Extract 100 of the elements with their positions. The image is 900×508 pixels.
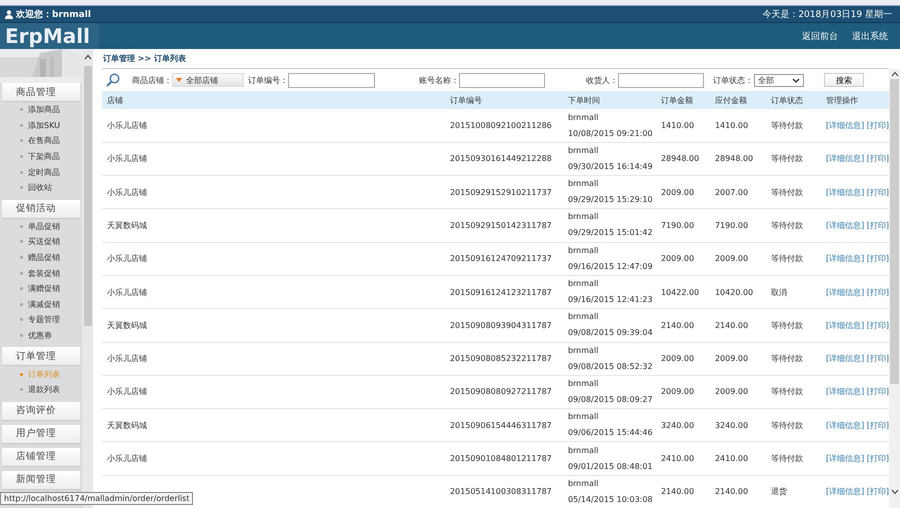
- sidebar-item[interactable]: 优惠券: [0, 328, 82, 344]
- scrollbar-thumb[interactable]: [890, 79, 899, 384]
- order-number: 20150930161449212288: [450, 154, 552, 164]
- order-time: 09/30/2015 16:14:49: [568, 160, 654, 173]
- action-link[interactable]: [详细信息]: [826, 288, 864, 297]
- breadcrumb: 订单管理 >> 订单列表: [102, 52, 187, 65]
- order-time: 09/16/2015 12:47:09: [568, 260, 654, 273]
- scroll-up-icon[interactable]: [84, 54, 92, 60]
- payable-amount: 2410.00: [714, 454, 748, 464]
- order-amount: 7190.00: [660, 220, 694, 230]
- caret-icon: [176, 78, 182, 82]
- order-amount: 2009.00: [660, 354, 694, 364]
- action-link[interactable]: [打印]: [866, 387, 889, 396]
- column-header: 订单金额: [660, 96, 693, 105]
- order-number: 20150901084801211787: [450, 454, 552, 464]
- scrollbar-thumb[interactable]: [84, 66, 92, 326]
- order-number: 20151008092100211286: [450, 121, 552, 130]
- order-amount: 3240.00: [660, 420, 694, 430]
- order-status: 等待付款: [770, 454, 803, 464]
- action-link[interactable]: [打印]: [866, 487, 889, 496]
- buyer-name: brnmall: [568, 311, 600, 324]
- action-link[interactable]: [详细信息]: [826, 454, 864, 464]
- consignee-field[interactable]: [618, 72, 704, 88]
- payable-amount: 2009.00: [714, 354, 748, 364]
- status-select[interactable]: 全部: [754, 74, 804, 87]
- search-button[interactable]: 搜索: [824, 73, 864, 88]
- action-link[interactable]: [详细信息]: [826, 220, 864, 230]
- action-link[interactable]: [详细信息]: [826, 154, 864, 164]
- action-link[interactable]: [详细信息]: [826, 420, 864, 430]
- sidebar-item[interactable]: 买送促销: [0, 234, 82, 250]
- sidebar-group[interactable]: 商品管理: [2, 83, 80, 102]
- sidebar-item[interactable]: 下架商品: [0, 148, 82, 164]
- sidebar-group[interactable]: 新闻管理: [2, 470, 80, 490]
- order-number-field[interactable]: [288, 72, 375, 88]
- sidebar-item[interactable]: 定时商品: [0, 164, 82, 180]
- sidebar-item[interactable]: 专题管理: [0, 312, 82, 328]
- action-link[interactable]: [详细信息]: [826, 254, 864, 264]
- sidebar-group[interactable]: 店铺管理: [2, 448, 80, 466]
- order-status: 取消: [770, 288, 787, 297]
- logo: ErpMall: [0, 23, 99, 49]
- action-link[interactable]: [详细信息]: [826, 320, 864, 330]
- sidebar-item[interactable]: 退款列表: [0, 382, 82, 398]
- sidebar-item[interactable]: 赠品促销: [0, 250, 82, 266]
- action-link[interactable]: [打印]: [866, 420, 889, 430]
- account-field[interactable]: [459, 72, 545, 88]
- action-link[interactable]: [打印]: [866, 154, 889, 164]
- buyer-name: brnmall: [568, 344, 600, 357]
- payable-amount: 2140.00: [714, 487, 748, 496]
- payable-amount: 2009.00: [714, 254, 748, 264]
- action-link[interactable]: [详细信息]: [826, 487, 864, 496]
- sidebar-item[interactable]: 回收站: [0, 180, 82, 196]
- action-link[interactable]: [详细信息]: [826, 354, 864, 364]
- buyer-name: brnmall: [568, 112, 600, 124]
- action-link[interactable]: [打印]: [866, 354, 889, 364]
- action-link[interactable]: [打印]: [866, 121, 889, 130]
- order-time: 09/29/2015 15:01:42: [568, 227, 654, 240]
- sidebar-item[interactable]: 套装促销: [0, 265, 82, 281]
- sidebar-item[interactable]: 在售商品: [0, 133, 82, 149]
- order-status: 退货: [770, 487, 787, 496]
- payable-amount: 2140.00: [714, 320, 748, 330]
- welcome-text: 欢迎您：brnmall: [16, 8, 91, 20]
- order-time: 09/08/2015 08:52:32: [568, 360, 654, 373]
- action-link[interactable]: [详细信息]: [826, 188, 864, 197]
- action-link[interactable]: [打印]: [866, 288, 889, 297]
- action-link[interactable]: [详细信息]: [826, 387, 864, 396]
- scroll-up-icon[interactable]: [890, 71, 898, 77]
- buyer-name: brnmall: [568, 278, 600, 290]
- buyer-name: brnmall: [568, 411, 600, 424]
- header-link[interactable]: 返回前台: [802, 30, 838, 42]
- action-link[interactable]: [详细信息]: [826, 121, 864, 130]
- store-dropdown[interactable]: 全部店铺: [172, 73, 244, 88]
- sidebar-item[interactable]: 添加商品: [0, 102, 82, 118]
- sidebar-group[interactable]: 用户管理: [2, 424, 80, 444]
- filter-label: 订单编号：: [248, 74, 288, 86]
- action-link[interactable]: [打印]: [866, 454, 889, 464]
- sidebar-item[interactable]: 满赠促销: [0, 280, 82, 297]
- shop-name: 小乐儿店铺: [107, 154, 147, 164]
- sidebar-group[interactable]: 订单管理: [2, 347, 80, 366]
- shop-name: 小乐儿店铺: [107, 188, 147, 197]
- buyer-name: brnmall: [568, 178, 600, 190]
- sidebar-item[interactable]: 单品促销: [0, 218, 82, 234]
- sidebar-group[interactable]: 咨询评价: [2, 402, 80, 420]
- buyer-name: brnmall: [568, 144, 600, 157]
- buyer-name: brnmall: [568, 478, 600, 490]
- shop-name: 天翼数码城: [107, 320, 147, 330]
- buyer-name: brnmall: [568, 378, 600, 390]
- action-link[interactable]: [打印]: [866, 254, 889, 264]
- action-link[interactable]: [打印]: [866, 320, 889, 330]
- shop-name: 小乐儿店铺: [107, 454, 147, 464]
- scroll-down-icon[interactable]: [890, 489, 898, 495]
- sidebar-group[interactable]: 促销活动: [2, 200, 80, 219]
- action-link[interactable]: [打印]: [866, 220, 889, 230]
- action-link[interactable]: [打印]: [866, 188, 889, 197]
- order-status: 等待付款: [770, 354, 803, 364]
- order-time: 09/29/2015 15:29:10: [568, 194, 654, 206]
- order-amount: 28948.00: [660, 154, 700, 164]
- header-link[interactable]: 退出系统: [852, 30, 888, 42]
- order-number: 20150906154446311787: [450, 420, 552, 430]
- sidebar-item[interactable]: 添加SKU: [0, 118, 82, 134]
- sidebar-item[interactable]: 满减促销: [0, 296, 82, 312]
